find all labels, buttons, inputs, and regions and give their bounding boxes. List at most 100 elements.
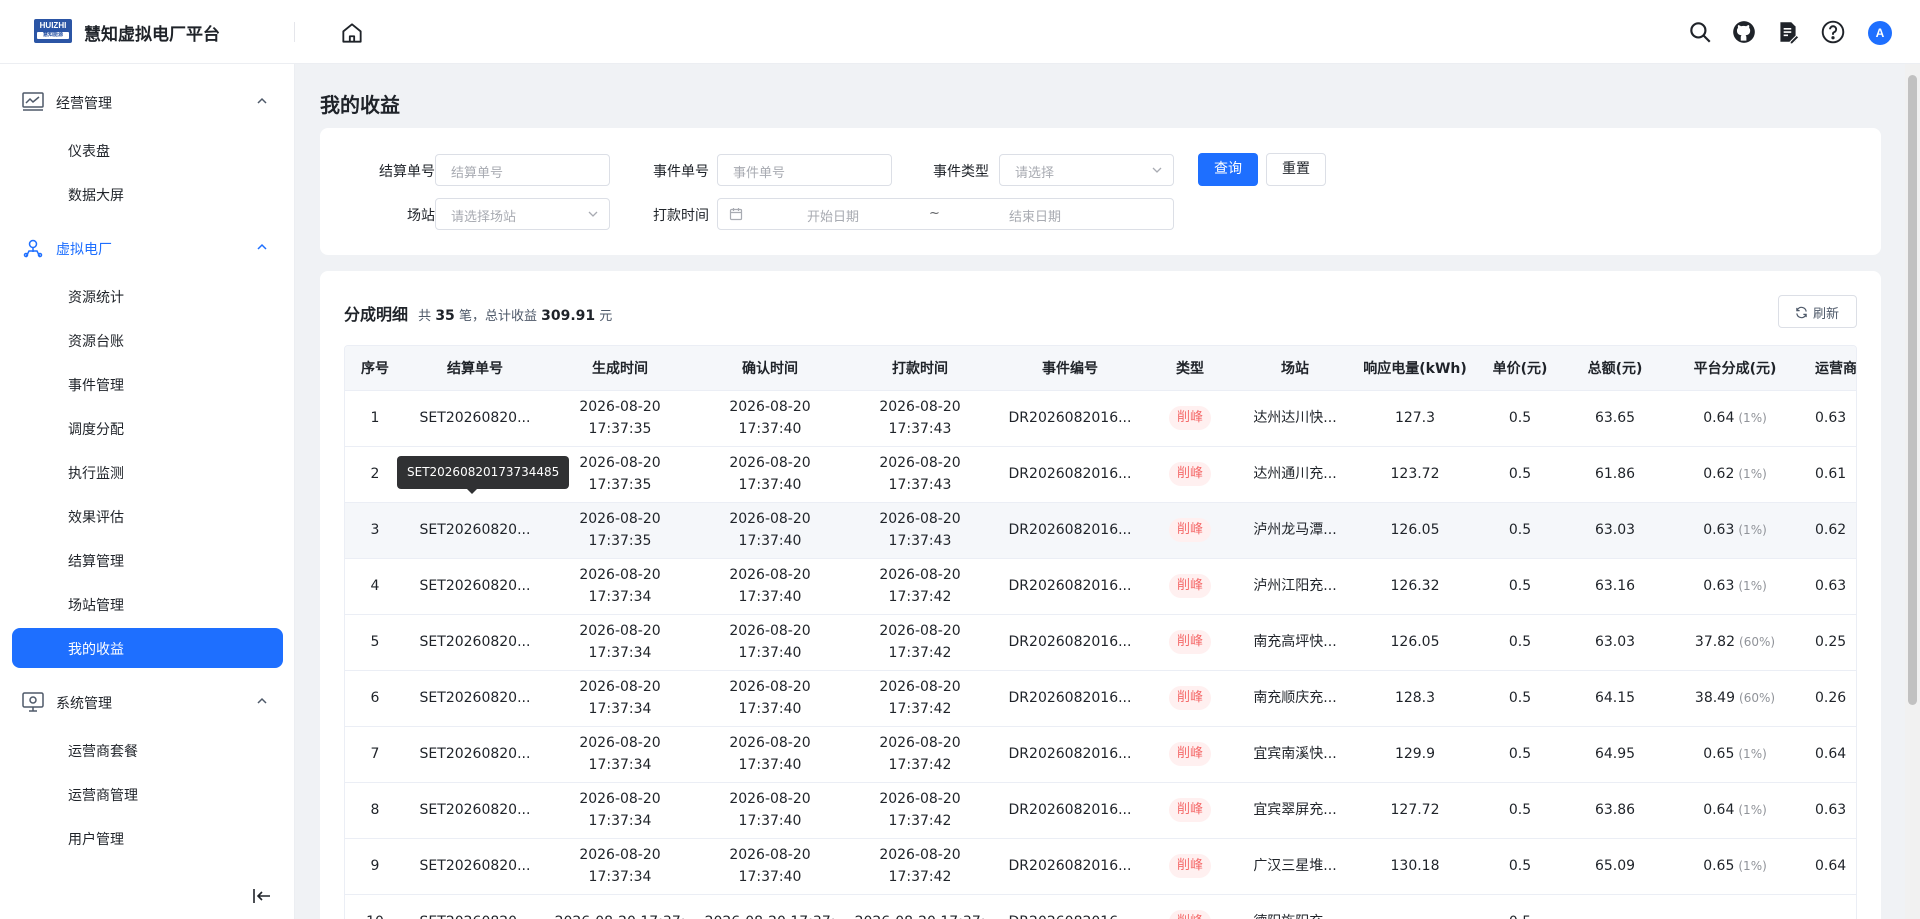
sidebar-item-settlement[interactable]: 结算管理: [12, 540, 283, 580]
sidebar-group-system[interactable]: 系统管理: [0, 682, 295, 722]
table-row[interactable]: 8 SET20260820... 2026-08-20 17:37:34 2026-0…: [345, 782, 1856, 839]
sidebar-group-label: 经营管理: [56, 96, 112, 112]
table-row[interactable]: 6 SET20260820... 2026-08-20 17:37:34 2026-0…: [345, 670, 1856, 727]
energy-cell: 126.05: [1355, 502, 1475, 559]
help-icon[interactable]: [1820, 19, 1846, 45]
home-icon[interactable]: [339, 20, 365, 46]
settle-no-input[interactable]: 结算单号: [435, 154, 610, 186]
search-icon[interactable]: [1687, 19, 1713, 45]
sidebar-item-monitoring[interactable]: 执行监测: [12, 452, 283, 492]
sidebar-item-user-mgmt[interactable]: 用户管理: [12, 818, 283, 858]
price-cell: 0.5: [1475, 558, 1565, 615]
sidebar-item-resource-stats[interactable]: 资源统计: [12, 276, 283, 316]
sidebar-item-event-mgmt[interactable]: 事件管理: [12, 364, 283, 404]
energy-cell: 128.3: [1355, 670, 1475, 727]
pay-cell: 2026-08-20 17:37:42: [845, 782, 995, 839]
gen-cell: 2026-08-20 17:37:34: [545, 614, 695, 671]
platform-share-cell: 0.64 (1%): [1665, 782, 1805, 839]
settle-cell[interactable]: SET20260820...: [405, 670, 545, 727]
avatar[interactable]: A: [1868, 21, 1892, 45]
confirm-cell: 2026-08-20 17:37:40: [695, 726, 845, 783]
sidebar-item-stations[interactable]: 场站管理: [12, 584, 283, 624]
settle-cell[interactable]: SET20260820...: [405, 390, 545, 447]
settle-cell[interactable]: SET20260820...: [405, 838, 545, 895]
table-row[interactable]: 5 SET20260820... 2026-08-20 17:37:34 2026-0…: [345, 614, 1856, 671]
reset-button[interactable]: 重置: [1266, 153, 1326, 186]
no-cell: 3: [345, 502, 405, 559]
event-cell: DR2026082016...: [995, 894, 1145, 919]
platform-share-value: 0.65: [1703, 746, 1735, 762]
earnings-table[interactable]: 序号 结算单号 生成时间 确认时间 打款时间 事件编号 类型 场站 响应电量(k…: [344, 345, 1857, 919]
operator-share-cell: 0.63: [1805, 558, 1856, 615]
settle-cell[interactable]: SET20260820...: [405, 614, 545, 671]
settle-cell[interactable]: SET20260820...: [405, 726, 545, 783]
event-no-input[interactable]: 事件单号: [717, 154, 892, 186]
settle-cell[interactable]: SET20260820...: [405, 782, 545, 839]
sidebar-group-label: 系统管理: [56, 696, 112, 712]
pay-time-range-picker[interactable]: 开始日期 ~ 结束日期: [717, 198, 1174, 230]
refresh-button[interactable]: 刷新: [1778, 295, 1857, 328]
sidebar-item-label: 用户管理: [68, 832, 124, 848]
gen-cell: 2026-08-20 17:37:: [545, 894, 695, 919]
sidebar-item-label: 资源统计: [68, 290, 124, 306]
settle-cell[interactable]: SET20260820...: [405, 894, 545, 919]
page-scrollbar-thumb[interactable]: [1908, 75, 1917, 705]
price-cell: 0.5: [1475, 782, 1565, 839]
energy-cell: 127.72: [1355, 782, 1475, 839]
table-row[interactable]: 3 SET20260820... 2026-08-20 17:37:35 2026-0…: [345, 502, 1856, 559]
col-header: 总额(元): [1565, 346, 1665, 391]
platform-share-cell: 0.65 (1%): [1665, 726, 1805, 783]
col-header: 响应电量(kWh): [1355, 346, 1475, 391]
no-cell: 2: [345, 446, 405, 503]
table-row[interactable]: 9 SET20260820... 2026-08-20 17:37:34 2026-0…: [345, 838, 1856, 895]
type-tag: 削峰: [1168, 742, 1211, 766]
col-header: 运营商分: [1805, 346, 1856, 391]
sidebar-item-resource-ledger[interactable]: 资源台账: [12, 320, 283, 360]
energy-cell: 127.3: [1355, 390, 1475, 447]
platform-share-percent: (1%): [1738, 467, 1767, 481]
github-icon[interactable]: [1731, 19, 1757, 45]
no-cell: 1: [345, 390, 405, 447]
event-type-select[interactable]: 请选择: [999, 154, 1174, 186]
sidebar-item-big-screen[interactable]: 数据大屏: [12, 174, 283, 214]
type-cell: 削峰: [1145, 502, 1235, 559]
sidebar-item-operator-mgmt[interactable]: 运营商管理: [12, 774, 283, 814]
operator-share-cell: 0.63: [1805, 390, 1856, 447]
sidebar-item-operator-plans[interactable]: 运营商套餐: [12, 730, 283, 770]
station-cell: 南充顺庆充...: [1235, 670, 1355, 727]
settle-cell[interactable]: SET20260820...: [405, 502, 545, 559]
logo: HUIZHI 慧知能源: [34, 19, 72, 43]
table-row[interactable]: 4 SET20260820... 2026-08-20 17:37:34 2026-0…: [345, 558, 1856, 615]
type-tag: 削峰: [1168, 406, 1211, 430]
sidebar-item-dashboard[interactable]: 仪表盘: [12, 130, 283, 170]
table-row[interactable]: 7 SET20260820... 2026-08-20 17:37:34 2026-0…: [345, 726, 1856, 783]
sidebar-item-evaluation[interactable]: 效果评估: [12, 496, 283, 536]
chart-icon: [22, 92, 44, 112]
platform-share-value: 0.64: [1703, 410, 1735, 426]
refresh-icon: [1796, 306, 1807, 319]
placeholder: 事件单号: [733, 166, 786, 181]
confirm-cell: 2026-08-20 17:37:40: [695, 838, 845, 895]
sidebar-item-my-earnings[interactable]: 我的收益: [12, 628, 283, 668]
query-button[interactable]: 查询: [1198, 153, 1258, 186]
docs-icon[interactable]: [1775, 19, 1801, 45]
event-cell: DR2026082016...: [995, 446, 1145, 503]
collapse-sidebar-icon[interactable]: [250, 884, 274, 908]
sidebar-item-label: 效果评估: [68, 510, 124, 526]
sidebar-group-business[interactable]: 经营管理: [0, 82, 295, 122]
station-select[interactable]: 请选择场站: [435, 198, 610, 230]
platform-share-percent: (60%): [1739, 635, 1776, 649]
sidebar-item-label: 运营商套餐: [68, 744, 138, 760]
sidebar-group-vpp[interactable]: 虚拟电厂: [0, 228, 295, 268]
filter-panel: 结算单号 结算单号 事件单号 事件单号 事件类型 请选择 查询 重置 场站 请选…: [320, 128, 1881, 255]
table-row[interactable]: 2SET20260820...2026-08-20 17:37:352026-0…: [345, 446, 1856, 503]
table-row[interactable]: 10SET20260820...2026-08-20 17:37:2026-08…: [345, 894, 1856, 919]
sidebar-group-label: 虚拟电厂: [56, 242, 112, 258]
confirm-cell: 2026-08-20 17:37:40: [695, 614, 845, 671]
energy-cell: 126.32: [1355, 558, 1475, 615]
table-row[interactable]: 1 SET20260820... 2026-08-20 17:37:35 2026-0…: [345, 390, 1856, 447]
settle-cell[interactable]: SET20260820...: [405, 558, 545, 615]
station-cell: 广汉三星堆...: [1235, 838, 1355, 895]
sidebar-item-dispatch[interactable]: 调度分配: [12, 408, 283, 448]
platform-share-value: 37.82: [1694, 634, 1736, 650]
